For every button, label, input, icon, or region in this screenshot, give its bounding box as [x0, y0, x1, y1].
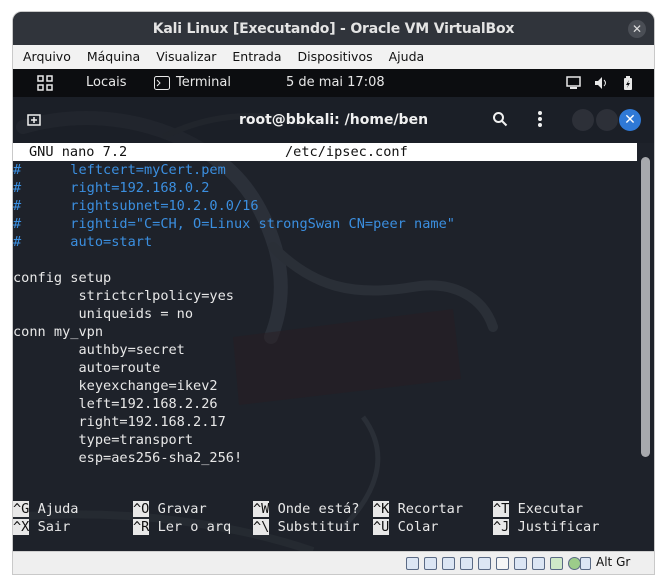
shortcut-item[interactable]: ^W Onde está? — [253, 500, 359, 518]
file-line[interactable]: # rightsubnet=10.2.0.0/16 — [13, 197, 259, 215]
host-key-label: Alt Gr — [596, 555, 631, 569]
file-line[interactable]: # leftcert=myCert.pem — [13, 161, 226, 179]
file-line[interactable]: uniqueids = no — [13, 305, 193, 323]
shortcut-item[interactable]: ^U Colar — [373, 518, 438, 536]
menu-maquina[interactable]: Máquina — [79, 45, 148, 69]
usb-icon[interactable] — [478, 557, 491, 570]
vbox-title: Kali Linux [Executando] - Oracle VM Virt… — [152, 20, 515, 37]
shortcut-label: Substituir — [277, 519, 360, 535]
shortcut-label: Ler o arq — [157, 519, 232, 535]
file-line[interactable]: config setup — [13, 269, 111, 287]
vbox-status-bar: Alt Gr — [13, 551, 654, 574]
display-status-icon[interactable] — [514, 557, 527, 570]
network-icon[interactable] — [460, 557, 473, 570]
clock[interactable]: 5 de mai 17:08 — [286, 69, 385, 97]
menu-visualizar[interactable]: Visualizar — [148, 45, 224, 69]
terminal-app-menu[interactable]: Terminal — [176, 69, 231, 97]
host-key-arrow-icon[interactable] — [580, 557, 591, 570]
nano-version: GNU nano 7.2 — [29, 144, 128, 160]
shortcut-key: ^\ — [253, 519, 270, 535]
gnome-top-bar: Locais Terminal 5 de mai 17:08 — [13, 69, 654, 97]
nano-editor[interactable]: GNU nano 7.2 /etc/ipsec.conf # leftcert=… — [13, 143, 641, 551]
search-icon[interactable] — [492, 111, 508, 127]
volume-icon[interactable] — [594, 76, 609, 90]
shortcut-key: ^K — [373, 501, 390, 517]
shortcut-item[interactable]: ^K Recortar — [373, 500, 463, 518]
shortcut-label: Justificar — [517, 519, 600, 535]
shortcut-item[interactable]: ^T Executar — [493, 500, 583, 518]
file-line[interactable]: conn my_vpn — [13, 323, 103, 341]
shortcut-row-2: ^X Sair ^R Ler o arq ^\ Substituir ^U Colar… — [13, 518, 641, 536]
menu-ajuda[interactable]: Ajuda — [381, 45, 433, 69]
file-line[interactable]: authby=secret — [13, 341, 184, 359]
file-line[interactable]: keyexchange=ikev2 — [13, 377, 217, 395]
mouse-integration-icon[interactable] — [550, 557, 563, 570]
shortcut-key: ^U — [373, 519, 390, 535]
terminal-scrollbar[interactable] — [641, 157, 650, 457]
display-icon[interactable] — [566, 76, 581, 90]
shortcut-item[interactable]: ^O Gravar — [133, 500, 207, 518]
optical-drive-icon[interactable] — [424, 557, 437, 570]
file-line[interactable]: type=transport — [13, 431, 193, 449]
shortcut-row-1: ^G Ajuda ^O Gravar ^W Onde está? ^K Recorta… — [13, 500, 641, 518]
audio-icon[interactable] — [442, 557, 455, 570]
shortcut-label: Executar — [517, 501, 584, 517]
file-line[interactable]: strictcrlpolicy=yes — [13, 287, 234, 305]
hdd-icon[interactable] — [406, 557, 419, 570]
shortcut-item[interactable]: ^R Ler o arq — [133, 518, 231, 536]
shortcut-label: Gravar — [157, 501, 207, 517]
shortcut-key: ^O — [133, 501, 150, 517]
nano-title-bar: GNU nano 7.2 /etc/ipsec.conf — [13, 143, 637, 161]
file-line[interactable]: auto=route — [13, 359, 160, 377]
terminal-app-icon — [154, 76, 170, 90]
video-capture-icon[interactable] — [532, 557, 545, 570]
shortcut-label: Onde está? — [277, 501, 360, 517]
apps-grid-icon[interactable] — [37, 75, 53, 91]
vbox-close-button[interactable]: ✕ — [628, 20, 646, 38]
places-menu[interactable]: Locais — [86, 69, 126, 97]
shortcut-item[interactable]: ^X Sair — [13, 518, 70, 536]
shortcut-key: ^R — [133, 519, 150, 535]
shared-folders-icon[interactable] — [496, 557, 509, 570]
file-line[interactable]: # auto=start — [13, 233, 152, 251]
shortcut-item[interactable]: ^G Ajuda — [13, 500, 78, 518]
shortcut-label: Colar — [397, 519, 439, 535]
shortcut-key: ^W — [253, 501, 270, 517]
virtualbox-window: Kali Linux [Executando] - Oracle VM Virt… — [13, 12, 654, 574]
terminal-close-button[interactable]: ✕ — [619, 109, 641, 131]
file-line[interactable]: # right=192.168.0.2 — [13, 179, 209, 197]
shortcut-label: Ajuda — [37, 501, 79, 517]
minimize-button[interactable] — [572, 109, 594, 131]
file-line[interactable]: # rightid="C=CH, O=Linux strongSwan CN=p… — [13, 215, 455, 233]
shortcut-key: ^T — [493, 501, 510, 517]
terminal-title: root@bbkali: /home/ben — [238, 112, 429, 128]
shortcut-item[interactable]: ^J Justificar — [493, 518, 599, 536]
nano-filename: /etc/ipsec.conf — [285, 144, 408, 160]
file-line[interactable]: left=192.168.2.26 — [13, 395, 217, 413]
shortcut-key: ^J — [493, 519, 510, 535]
shortcut-key: ^X — [13, 519, 30, 535]
guest-screen: Locais Terminal 5 de mai 17:08 root@bbka… — [13, 69, 654, 551]
power-battery-icon[interactable] — [622, 75, 634, 91]
terminal-headerbar: root@bbkali: /home/ben ✕ — [13, 97, 654, 143]
maximize-button[interactable] — [596, 109, 618, 131]
menu-entrada[interactable]: Entrada — [224, 45, 289, 69]
kebab-menu-icon[interactable] — [536, 110, 544, 128]
shortcut-label: Recortar — [397, 501, 464, 517]
shortcut-item[interactable]: ^\ Substituir — [253, 518, 359, 536]
file-line[interactable]: esp=aes256-sha2_256! — [13, 449, 242, 467]
shortcut-key: ^G — [13, 501, 30, 517]
vbox-menubar: Arquivo Máquina Visualizar Entrada Dispo… — [13, 45, 654, 69]
menu-dispositivos[interactable]: Dispositivos — [290, 45, 381, 69]
menu-arquivo[interactable]: Arquivo — [13, 45, 79, 69]
vbox-titlebar: Kali Linux [Executando] - Oracle VM Virt… — [13, 12, 654, 45]
shortcut-label: Sair — [37, 519, 71, 535]
file-line[interactable]: right=192.168.2.17 — [13, 413, 225, 431]
